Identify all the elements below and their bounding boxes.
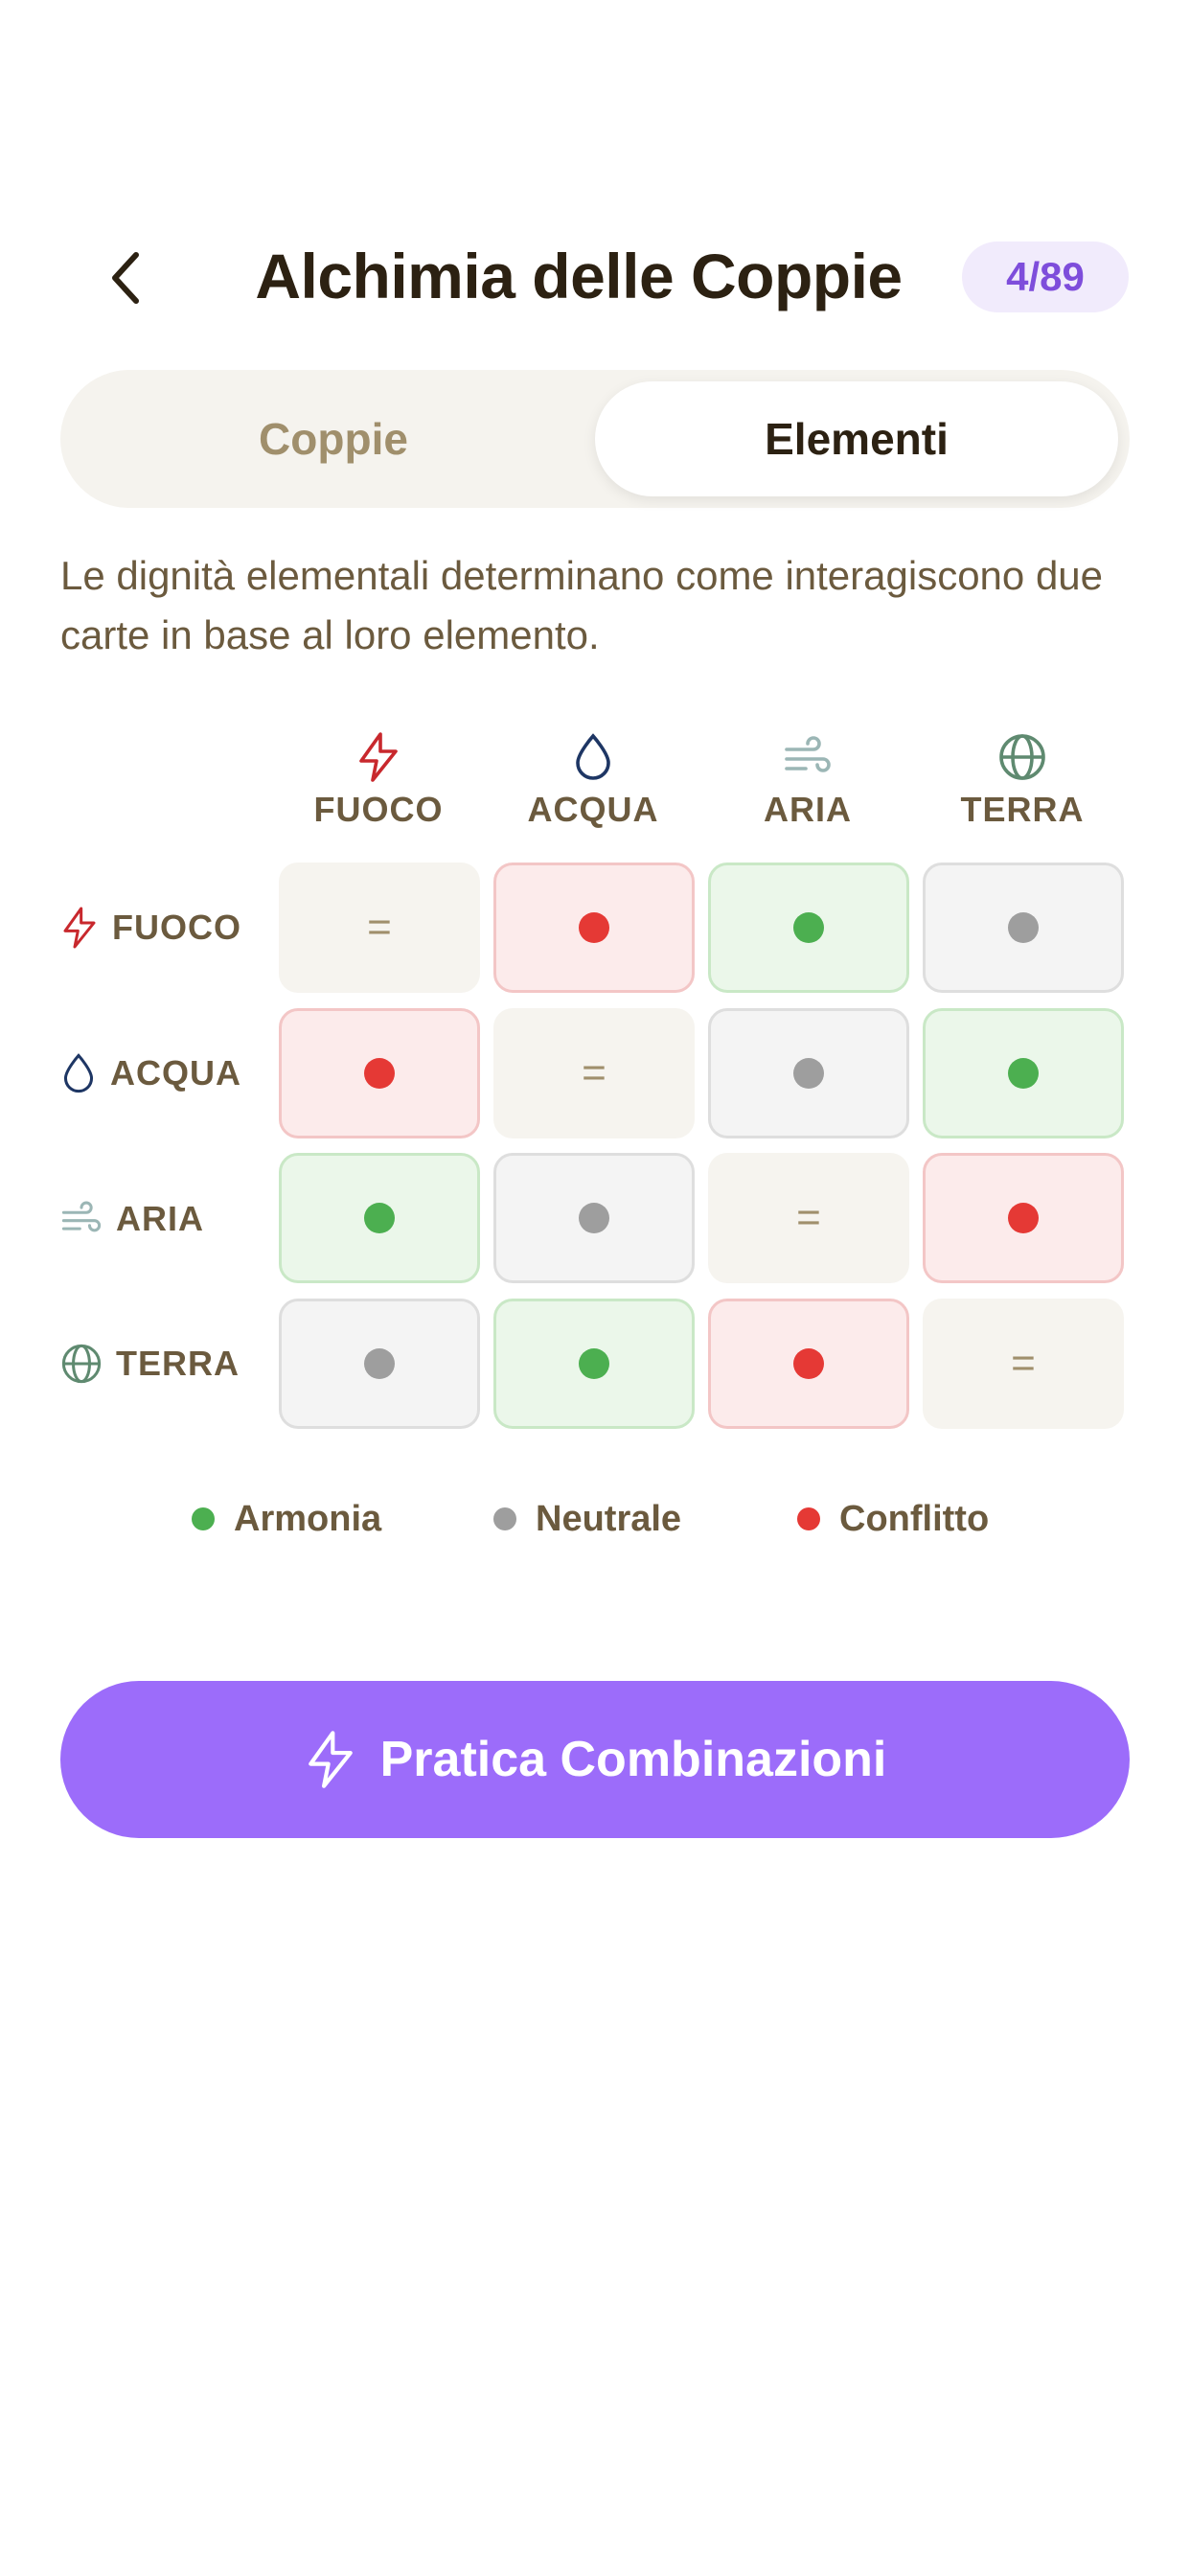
column-label: FUOCO xyxy=(313,790,444,829)
conflict-dot xyxy=(797,1507,820,1530)
neutral-dot xyxy=(364,1348,395,1379)
same-element-symbol: = xyxy=(796,1194,821,1241)
column-header-acqua: ACQUA xyxy=(492,728,694,834)
legend-label: Conflitto xyxy=(839,1498,990,1539)
lightning-icon xyxy=(308,1731,353,1788)
row-header-aria: ARIA xyxy=(60,1190,204,1248)
row-label: FUOCO xyxy=(112,908,241,947)
matrix-cell-fuoco-acqua xyxy=(493,862,695,993)
legend-label: Neutrale xyxy=(536,1498,682,1539)
matrix-cell-aria-fuoco xyxy=(279,1153,480,1283)
legend-item-neutrale: Neutrale xyxy=(493,1490,681,1548)
wind-icon xyxy=(707,728,908,786)
matrix-cell-terra-aria xyxy=(708,1299,909,1429)
globe-icon xyxy=(61,1344,102,1384)
description-text: Le dignità elementali determinano come i… xyxy=(60,553,1104,657)
same-element-symbol: = xyxy=(1011,1340,1036,1387)
lightning-icon xyxy=(278,728,479,786)
harmony-dot xyxy=(793,912,824,943)
harmony-dot xyxy=(192,1507,215,1530)
matrix-cell-acqua-fuoco xyxy=(279,1008,480,1138)
neutral-dot xyxy=(793,1058,824,1089)
matrix-cell-aria-terra xyxy=(923,1153,1124,1283)
column-label: ACQUA xyxy=(527,790,659,829)
row-label: ACQUA xyxy=(110,1053,241,1092)
matrix-cell-acqua-aria xyxy=(708,1008,909,1138)
neutral-dot xyxy=(1008,912,1039,943)
neutral-dot xyxy=(579,1203,609,1233)
legend-item-conflitto: Conflitto xyxy=(797,1490,989,1548)
row-header-acqua: ACQUA xyxy=(60,1045,241,1102)
column-label: ARIA xyxy=(764,790,852,829)
matrix-cell-aria-aria: = xyxy=(708,1153,909,1283)
column-header-terra: TERRA xyxy=(922,728,1123,834)
row-label: TERRA xyxy=(116,1344,240,1383)
same-element-symbol: = xyxy=(367,904,392,951)
matrix-cell-aria-acqua xyxy=(493,1153,695,1283)
globe-icon xyxy=(922,728,1123,786)
header: Alchimia delle Coppie 4/89 xyxy=(0,230,1190,326)
matrix-cell-terra-fuoco xyxy=(279,1299,480,1429)
neutral-dot xyxy=(493,1507,516,1530)
water-drop-icon xyxy=(63,1053,94,1093)
column-label: TERRA xyxy=(960,790,1085,829)
row-header-fuoco: FUOCO xyxy=(60,899,241,956)
matrix-cell-fuoco-fuoco: = xyxy=(279,862,480,993)
tab-coppie[interactable]: Coppie xyxy=(72,381,595,496)
view-segmented-control: Coppie Elementi xyxy=(60,370,1130,508)
cta-label: Pratica Combinazioni xyxy=(379,1732,887,1787)
matrix-cell-terra-acqua xyxy=(493,1299,695,1429)
conflict-dot xyxy=(579,912,609,943)
matrix-cell-fuoco-terra xyxy=(923,862,1124,993)
same-element-symbol: = xyxy=(582,1049,606,1096)
lightning-icon xyxy=(63,907,96,949)
wind-icon xyxy=(61,1201,102,1232)
matrix-cell-acqua-acqua: = xyxy=(493,1008,695,1138)
matrix-cell-acqua-terra xyxy=(923,1008,1124,1138)
conflict-dot xyxy=(793,1348,824,1379)
row-label: ARIA xyxy=(116,1199,204,1238)
matrix-cell-terra-terra: = xyxy=(923,1299,1124,1429)
legend-item-armonia: Armonia xyxy=(192,1490,381,1548)
harmony-dot xyxy=(579,1348,609,1379)
conflict-dot xyxy=(1008,1203,1039,1233)
matrix-cell-fuoco-aria xyxy=(708,862,909,993)
column-header-fuoco: FUOCO xyxy=(278,728,479,834)
water-drop-icon xyxy=(492,728,694,786)
row-header-terra: TERRA xyxy=(60,1335,240,1392)
harmony-dot xyxy=(1008,1058,1039,1089)
harmony-dot xyxy=(364,1203,395,1233)
progress-count-badge: 4/89 xyxy=(962,242,1129,312)
tab-elementi[interactable]: Elementi xyxy=(595,381,1118,496)
practice-combinations-button[interactable]: Pratica Combinazioni xyxy=(60,1681,1130,1838)
conflict-dot xyxy=(364,1058,395,1089)
column-header-aria: ARIA xyxy=(707,728,908,834)
legend-label: Armonia xyxy=(234,1498,382,1539)
